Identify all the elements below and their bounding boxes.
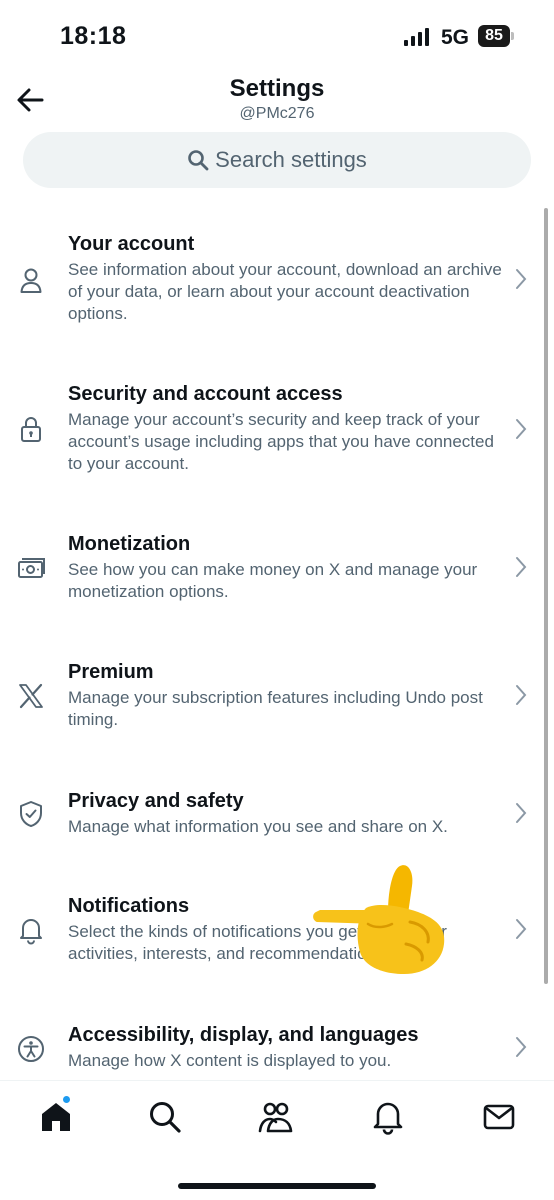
signal-icon <box>404 28 429 46</box>
status-bar: 18:18 5G 85 <box>0 0 554 72</box>
setting-description: Manage your subscription features includ… <box>68 688 483 729</box>
status-time: 18:18 <box>60 22 127 50</box>
bottom-tab-bar <box>0 1080 554 1200</box>
chevron-right-icon <box>516 803 527 823</box>
notification-dot <box>62 1095 71 1104</box>
setting-title: Accessibility, display, and languages <box>68 1024 419 1046</box>
communities-icon[interactable] <box>258 1099 294 1135</box>
setting-description: See how you can make money on X and mana… <box>68 560 478 601</box>
setting-title: Security and account access <box>68 383 343 405</box>
setting-security-access[interactable]: Security and account access Manage your … <box>0 378 554 488</box>
search-icon <box>188 150 209 171</box>
messages-icon[interactable] <box>481 1099 517 1135</box>
home-indicator[interactable] <box>178 1183 376 1189</box>
setting-privacy-safety[interactable]: Privacy and safety Manage what informati… <box>0 785 554 845</box>
header: Settings @PMc276 <box>0 72 554 130</box>
shield-icon <box>20 801 42 827</box>
setting-premium[interactable]: Premium Manage your subscription feature… <box>0 656 554 736</box>
setting-notifications[interactable]: Notifications Select the kinds of notifi… <box>0 890 554 970</box>
account-handle: @PMc276 <box>239 105 315 122</box>
lock-icon <box>21 417 41 442</box>
setting-title: Premium <box>68 661 154 683</box>
scrollbar[interactable] <box>544 208 548 984</box>
person-icon <box>20 268 42 293</box>
money-icon <box>18 558 45 578</box>
page-title: Settings <box>229 75 325 102</box>
accessibility-icon <box>18 1036 44 1062</box>
chevron-right-icon <box>516 557 527 577</box>
setting-your-account[interactable]: Your account See information about your … <box>0 228 554 338</box>
chevron-right-icon <box>516 1037 527 1057</box>
settings-list: Your account See information about your … <box>0 208 554 1080</box>
chevron-right-icon <box>516 269 527 289</box>
search-input[interactable]: Search settings <box>23 132 531 188</box>
chevron-right-icon <box>516 419 527 439</box>
setting-monetization[interactable]: Monetization See how you can make money … <box>0 528 554 608</box>
pointing-hand-emoji <box>313 865 445 974</box>
chevron-right-icon <box>516 685 527 705</box>
notifications-icon[interactable] <box>370 1099 406 1135</box>
setting-title: Monetization <box>68 533 191 555</box>
setting-title: Your account <box>68 233 195 255</box>
network-type: 5G <box>441 26 470 49</box>
setting-accessibility[interactable]: Accessibility, display, and languages Ma… <box>0 1019 554 1080</box>
setting-description: Manage your account’s security and keep … <box>68 410 494 473</box>
setting-description: Manage how X content is displayed to you… <box>68 1051 392 1070</box>
setting-title: Privacy and safety <box>68 790 244 812</box>
setting-title: Notifications <box>68 895 190 917</box>
setting-description: See information about your account, down… <box>68 260 502 323</box>
search-placeholder: Search settings <box>215 147 367 172</box>
search-icon[interactable] <box>147 1099 183 1135</box>
bell-icon <box>20 919 42 945</box>
battery-level: 85 <box>478 25 510 47</box>
chevron-right-icon <box>516 919 527 939</box>
home-icon[interactable] <box>38 1099 74 1135</box>
x-logo-icon <box>19 683 43 709</box>
setting-description: Manage what information you see and shar… <box>68 817 448 836</box>
battery-tip <box>511 32 514 40</box>
battery-icon: 85 <box>478 25 514 47</box>
